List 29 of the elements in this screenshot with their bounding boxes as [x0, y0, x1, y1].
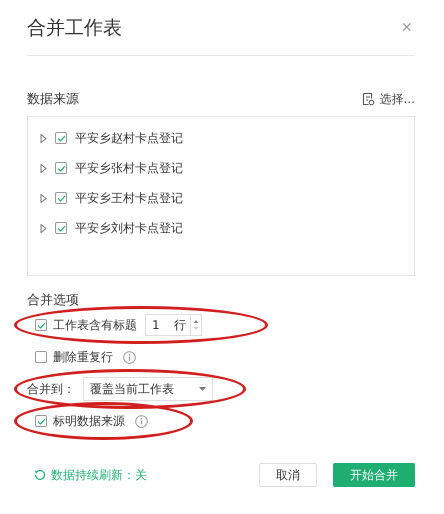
checkbox[interactable]	[55, 162, 67, 174]
select-button[interactable]: 选择...	[362, 90, 415, 108]
dialog-title: 合并工作表	[27, 16, 122, 40]
option-label: 工作表含有标题	[53, 316, 137, 334]
caret-icon	[199, 387, 206, 391]
option-label: 删除重复行	[53, 348, 113, 366]
sheet-name: 平安乡赵村卡点登记	[75, 130, 183, 146]
expand-arrow-icon[interactable]	[40, 134, 47, 142]
option-label: 标明数据来源	[53, 412, 125, 430]
merge-target-dropdown[interactable]: 覆盖当前工作表	[83, 377, 213, 401]
cancel-button[interactable]: 取消	[259, 463, 317, 487]
checkbox[interactable]	[35, 319, 47, 331]
file-icon	[362, 92, 375, 106]
expand-arrow-icon[interactable]	[40, 164, 47, 172]
checkbox[interactable]	[55, 222, 67, 234]
sheet-name: 平安乡刘村卡点登记	[75, 220, 183, 236]
sheet-name: 平安乡张村卡点登记	[75, 160, 183, 176]
checkbox[interactable]	[35, 351, 47, 363]
expand-arrow-icon[interactable]	[40, 224, 47, 232]
checkbox[interactable]	[35, 415, 47, 427]
option-label: 合并到：	[27, 380, 75, 398]
number-spinner[interactable]: 1 行	[145, 314, 202, 336]
section-label: 合并选项	[27, 292, 80, 309]
refresh-icon	[34, 469, 46, 481]
checkbox[interactable]	[55, 132, 67, 144]
section-label: 数据来源	[27, 91, 79, 108]
expand-arrow-icon[interactable]	[40, 194, 47, 202]
checkbox[interactable]	[55, 192, 67, 204]
sheet-name: 平安乡王村卡点登记	[75, 190, 183, 206]
